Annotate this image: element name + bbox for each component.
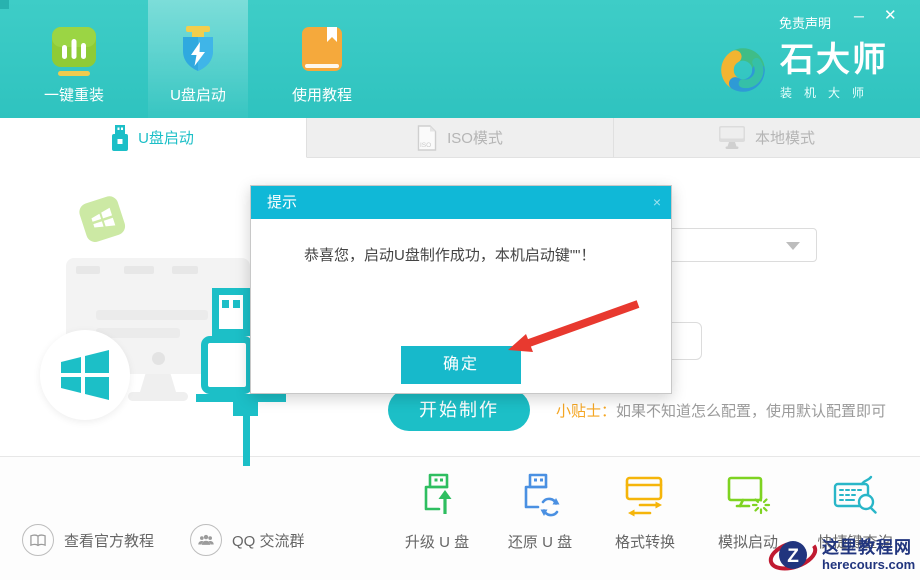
tool-format-convert[interactable]: 格式转换 [600, 472, 690, 552]
toolbar-link-label: 查看官方教程 [64, 530, 154, 551]
brand-logo: 石大师 装机大师 [714, 40, 888, 101]
watermark-logo-icon: Z [768, 533, 818, 577]
tool-label: 升级 U 盘 [392, 531, 482, 552]
minimize-icon[interactable]: ─ [854, 7, 864, 25]
usb-plug-connector [212, 288, 250, 336]
iso-file-icon: ISO [417, 125, 437, 151]
tool-restore-usb[interactable]: 还原 U 盘 [495, 472, 585, 552]
usb-plug-pin [233, 300, 240, 308]
book-icon [298, 25, 346, 79]
watermark-site-name: 这里教程网 [822, 538, 915, 557]
brand-swirl-icon [714, 40, 772, 100]
nav-item-label: U盘启动 [148, 84, 248, 105]
hotkey-search-icon [832, 472, 878, 520]
nav-item-label: 使用教程 [272, 84, 372, 105]
tab-label: 本地模式 [755, 127, 815, 148]
tab-local-mode[interactable]: 本地模式 [614, 118, 920, 158]
dropdown-caret-icon [786, 242, 800, 250]
corner-accent [0, 0, 9, 9]
alert-dialog: 提示 × 恭喜您，启动U盘制作成功，本机启动键""！ 确定 [250, 185, 672, 394]
close-icon[interactable]: ✕ [884, 7, 897, 25]
tab-usb-boot[interactable]: U盘启动 [0, 118, 307, 158]
monitor-detail [76, 266, 100, 274]
site-watermark: Z 这里教程网 herecours.com [768, 533, 918, 577]
tab-label: ISO模式 [447, 127, 503, 148]
nav-item-reinstall[interactable]: 一键重装 [24, 0, 124, 118]
nav-item-label: 一键重装 [24, 84, 124, 105]
monitor-stand [140, 374, 176, 392]
tip-label: 小贴士： [556, 403, 616, 420]
monitor-base [128, 392, 188, 401]
dialog-message: 恭喜您，启动U盘制作成功，本机启动键""！ [304, 244, 595, 265]
open-book-icon [22, 524, 54, 556]
tab-label: U盘启动 [138, 127, 194, 148]
simulate-boot-icon [725, 472, 771, 520]
shield-usb-icon [174, 25, 222, 79]
tool-label: 还原 U 盘 [495, 531, 585, 552]
windows-flag-icon [59, 347, 111, 403]
usb-plug-cable [243, 416, 250, 466]
monitor-detail [172, 266, 198, 274]
start-make-button[interactable]: 开始制作 [388, 389, 530, 431]
dialog-title: 提示 [251, 186, 671, 219]
format-convert-icon [622, 472, 668, 520]
monitor-detail [96, 310, 208, 320]
confirm-button[interactable]: 确定 [401, 346, 521, 384]
nav-item-tutorial[interactable]: 使用教程 [272, 0, 372, 118]
brand-name: 石大师 [780, 40, 888, 80]
usb-drive-icon [112, 125, 128, 151]
brand-subtitle: 装机大师 [780, 84, 888, 101]
usb-restore-icon [517, 472, 563, 520]
tab-iso-mode[interactable]: ISO ISO模式 [307, 118, 614, 158]
usb-upgrade-icon [414, 472, 460, 520]
tool-label: 格式转换 [600, 531, 690, 552]
official-tutorial-link[interactable]: 查看官方教程 [22, 524, 154, 556]
usb-plug-flange [196, 394, 286, 402]
users-group-icon [190, 524, 222, 556]
usb-plug-body [201, 336, 253, 394]
tool-upgrade-usb[interactable]: 升级 U 盘 [392, 472, 482, 552]
monitor-detail [124, 266, 154, 274]
toolbar-link-label: QQ 交流群 [232, 530, 305, 551]
qq-group-link[interactable]: QQ 交流群 [190, 524, 305, 556]
usb-plug-neck [233, 402, 258, 416]
usb-plug-pin [222, 300, 229, 308]
nav-item-usb-boot[interactable]: U盘启动 [148, 0, 248, 118]
header-bar: 一键重装 U盘启动 使用教程 [0, 0, 920, 118]
disclaimer-link[interactable]: 免责声明 [779, 13, 831, 32]
monitor-detail [152, 352, 165, 365]
chart-bars-icon [50, 25, 98, 79]
dialog-close-icon[interactable]: × [653, 186, 661, 219]
tip-row: 小贴士：如果不知道怎么配置，使用默认配置即可 [556, 400, 886, 421]
monitor-icon [719, 126, 745, 150]
windows-flag-badge [40, 330, 130, 420]
tip-text: 如果不知道怎么配置，使用默认配置即可 [616, 403, 886, 420]
watermark-letter: Z [787, 546, 799, 567]
iso-icon-text: ISO [420, 142, 431, 149]
app-window: 一键重装 U盘启动 使用教程 [0, 0, 920, 580]
watermark-site-url: herecours.com [822, 557, 915, 573]
mode-tabs: U盘启动 ISO ISO模式 本地模式 [0, 118, 920, 158]
